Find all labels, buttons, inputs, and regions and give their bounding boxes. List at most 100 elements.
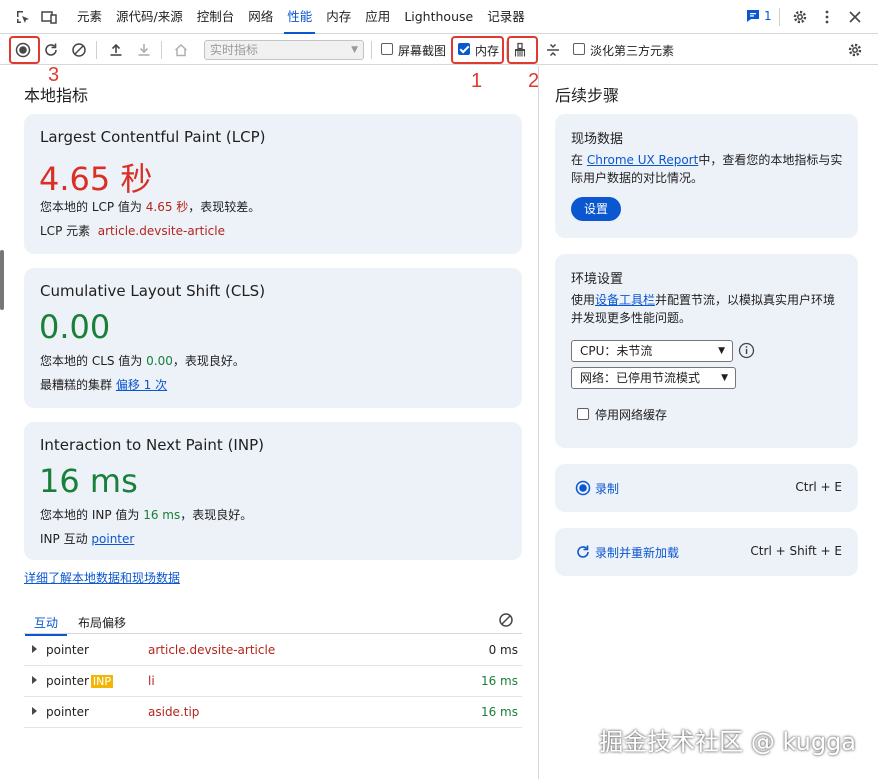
tab-layout-shifts[interactable]: 布局偏移	[78, 614, 126, 631]
reload-icon	[575, 544, 591, 563]
settings-gear-icon[interactable]	[791, 8, 809, 26]
cls-description: 您本地的 CLS 值为 0.00，表现良好。	[40, 354, 245, 368]
tab-recorder[interactable]: 记录器	[480, 0, 532, 34]
lcp-element-link[interactable]: article.devsite-article	[98, 224, 225, 238]
crux-link[interactable]: Chrome UX Report	[587, 153, 698, 167]
table-row[interactable]: pointer INP li 16 ms	[24, 666, 522, 697]
tab-interactions[interactable]: 互动	[24, 614, 68, 636]
home-button[interactable]	[170, 39, 192, 61]
row-element[interactable]: article.devsite-article	[148, 643, 275, 657]
lcp-description: 您本地的 LCP 值为 4.65 秒，表现较差。	[40, 200, 261, 214]
record-action[interactable]: 录制 Ctrl + E	[555, 464, 858, 512]
download-icon	[138, 44, 150, 56]
lcp-title: Largest Contentful Paint (LCP)	[40, 128, 266, 146]
tab-sources[interactable]: 源代码/来源	[109, 0, 190, 34]
screenshots-label: 屏幕截图	[398, 44, 447, 58]
network-throttle-select[interactable]: 网络：已停用节流模式 ▼	[571, 367, 736, 389]
capture-settings-button[interactable]	[844, 39, 866, 61]
tab-application[interactable]: 应用	[358, 0, 397, 34]
toggle-sidebar-button[interactable]	[542, 39, 564, 61]
annotation-box-gc	[507, 36, 538, 64]
chevron-down-icon: ▼	[721, 373, 728, 383]
close-icon[interactable]	[846, 8, 864, 26]
env-text: 使用设备工具栏并配置节流，以模拟真实用户环境并发现更多性能问题。	[571, 293, 836, 325]
row-duration: 0 ms	[488, 643, 518, 657]
tab-memory[interactable]: 内存	[319, 0, 358, 34]
chevron-down-icon: ▼	[718, 346, 725, 356]
field-data-text: 在 Chrome UX Report中，查看您的本地指标与实际用户数据的对比情况…	[571, 153, 843, 185]
inspect-element-icon[interactable]	[14, 8, 32, 26]
cls-cluster-line: 最糟糕的集群 偏移 1 次	[40, 378, 168, 392]
setup-button[interactable]: 设置	[571, 197, 621, 221]
issues-icon	[747, 10, 759, 22]
env-title: 环境设置	[571, 272, 624, 287]
lcp-value: 4.65 秒	[39, 160, 153, 198]
issues-count: 1	[764, 9, 772, 23]
cls-cluster-link[interactable]: 偏移 1 次	[116, 378, 167, 392]
record-label: 录制	[595, 482, 620, 496]
cpu-throttle-select[interactable]: CPU：未节流 ▼	[571, 340, 733, 362]
gear-icon	[848, 43, 862, 57]
expand-triangle-icon[interactable]	[32, 645, 37, 653]
download-profile-button[interactable]	[133, 39, 155, 61]
issues-counter[interactable]: 1	[746, 9, 772, 23]
table-row[interactable]: pointer aside.tip 16 ms	[24, 697, 522, 728]
cls-value: 0.00	[39, 308, 111, 346]
record-reload-action[interactable]: 录制并重新加载 Ctrl + Shift + E	[555, 528, 858, 576]
device-toolbar-icon[interactable]	[40, 8, 58, 26]
watermark: 掘金技术社区 @ kugga	[599, 728, 856, 756]
upload-icon	[110, 43, 122, 56]
home-icon	[174, 43, 188, 57]
device-toolbar-link[interactable]: 设备工具栏	[595, 293, 655, 307]
cls-card: Cumulative Layout Shift (CLS) 0.00 您本地的 …	[24, 268, 522, 408]
expand-triangle-icon[interactable]	[32, 707, 37, 715]
reload-icon	[45, 43, 57, 56]
tab-performance[interactable]: 性能	[280, 0, 319, 34]
cls-title: Cumulative Layout Shift (CLS)	[40, 282, 266, 300]
disable-cache-label: 停用网络缓存	[595, 408, 668, 422]
clear-button[interactable]	[68, 39, 90, 61]
learn-more-link[interactable]: 详细了解本地数据和现场数据	[24, 569, 180, 586]
info-icon[interactable]	[738, 342, 755, 362]
next-steps-heading: 后续步骤	[555, 86, 620, 105]
panel-resize-handle[interactable]	[0, 250, 4, 310]
lcp-element-line: LCP 元素 article.devsite-article	[40, 224, 225, 238]
row-interaction-name: pointer INP	[46, 674, 114, 688]
record-icon	[575, 480, 591, 499]
screenshots-checkbox[interactable]	[381, 43, 393, 55]
inp-description: 您本地的 INP 值为 16 ms，表现良好。	[40, 508, 253, 522]
tab-elements[interactable]: 元素	[70, 0, 109, 34]
record-shortcut: Ctrl + E	[795, 480, 842, 494]
inp-value: 16 ms	[39, 462, 138, 500]
dim-third-party-checkbox[interactable]	[573, 43, 585, 55]
profile-select[interactable]: 实时指标 ▼	[204, 40, 364, 60]
row-element[interactable]: li	[148, 674, 155, 688]
tab-console[interactable]: 控制台	[190, 0, 242, 34]
expand-collapse-icon	[547, 43, 559, 57]
annotation-box-memory	[451, 36, 504, 64]
reload-record-button[interactable]	[40, 39, 62, 61]
devtools-tabbar: 元素 源代码/来源 控制台 网络 性能 内存 应用 Lighthouse 记录器…	[0, 0, 878, 34]
field-data-title: 现场数据	[571, 132, 624, 147]
annotation-box-record	[9, 36, 40, 64]
record-reload-shortcut: Ctrl + Shift + E	[750, 544, 842, 558]
inp-title: Interaction to Next Paint (INP)	[40, 436, 264, 454]
upload-profile-button[interactable]	[105, 39, 127, 61]
local-metrics-panel: 本地指标 Largest Contentful Paint (LCP) 4.65…	[8, 66, 538, 779]
inp-interaction-line: INP 互动 pointer	[40, 532, 135, 546]
devtools-window: 元素 源代码/来源 控制台 网络 性能 内存 应用 Lighthouse 记录器…	[0, 0, 878, 779]
inp-badge: INP	[90, 675, 114, 688]
tab-lighthouse[interactable]: Lighthouse	[397, 0, 480, 34]
tab-network[interactable]: 网络	[241, 0, 280, 34]
expand-triangle-icon[interactable]	[32, 676, 37, 684]
table-row[interactable]: pointer article.devsite-article 0 ms	[24, 635, 522, 666]
environment-settings-card: 环境设置 使用设备工具栏并配置节流，以模拟真实用户环境并发现更多性能问题。 CP…	[555, 254, 858, 448]
inp-interaction-link[interactable]: pointer	[91, 532, 134, 546]
disable-cache-checkbox[interactable]	[577, 408, 589, 420]
next-steps-panel: 后续步骤 现场数据 在 Chrome UX Report中，查看您的本地指标与实…	[539, 66, 878, 779]
clear-interactions-icon[interactable]	[498, 612, 514, 631]
more-options-icon[interactable]	[818, 8, 836, 26]
local-metrics-heading: 本地指标	[24, 86, 89, 105]
row-element[interactable]: aside.tip	[148, 705, 199, 719]
field-data-card: 现场数据 在 Chrome UX Report中，查看您的本地指标与实际用户数据…	[555, 114, 858, 238]
